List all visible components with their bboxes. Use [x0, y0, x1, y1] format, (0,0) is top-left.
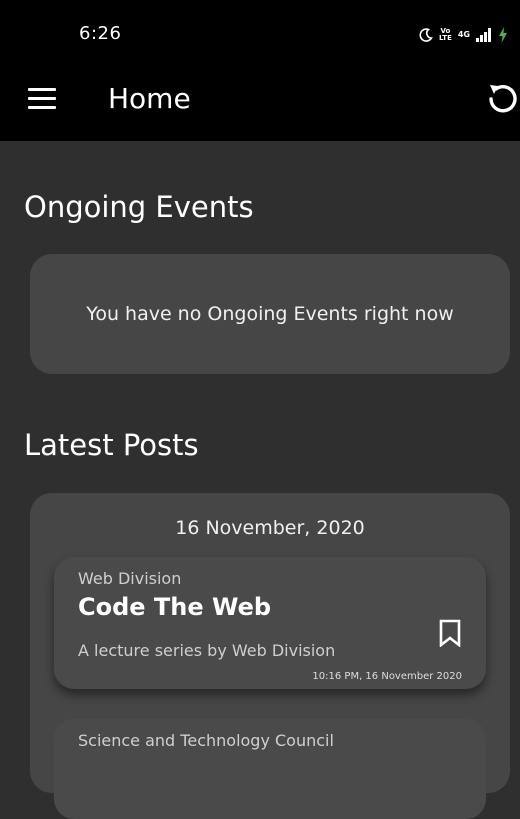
- latest-posts-card: 16 November, 2020 Web Division Code The …: [30, 493, 510, 819]
- bookmark-icon: [439, 619, 461, 648]
- post-card[interactable]: Web Division Code The Web A lecture seri…: [54, 557, 486, 689]
- signal-icon: [476, 28, 492, 42]
- menu-line: [28, 106, 56, 109]
- moon-icon: [419, 28, 433, 42]
- post-title: Code The Web: [78, 593, 272, 621]
- page-title: Home: [108, 82, 191, 115]
- post-card[interactable]: Science and Technology Council: [54, 719, 486, 819]
- post-timestamp: 10:16 PM, 16 November 2020: [312, 671, 462, 682]
- status-icons: Vo LTE 4G: [419, 24, 508, 46]
- ongoing-events-card: You have no Ongoing Events right now: [30, 254, 510, 374]
- menu-button[interactable]: [28, 88, 56, 110]
- post-division: Web Division: [78, 569, 182, 588]
- network-label: 4G: [457, 30, 470, 39]
- status-bar: 6:26 Vo LTE 4G: [0, 0, 520, 68]
- post-date-header: 16 November, 2020: [175, 517, 365, 539]
- refresh-button[interactable]: [486, 82, 520, 116]
- ongoing-empty-message: You have no Ongoing Events right now: [86, 303, 454, 325]
- volte-line2: LTE: [439, 34, 452, 42]
- refresh-icon: [489, 85, 517, 113]
- menu-line: [28, 97, 56, 100]
- menu-line: [28, 88, 56, 91]
- ongoing-events-title: Ongoing Events: [24, 190, 254, 224]
- volte-icon: Vo LTE: [439, 28, 452, 42]
- app-bar: Home: [0, 68, 520, 141]
- latest-posts-title: Latest Posts: [24, 428, 199, 462]
- post-description: A lecture series by Web Division: [78, 641, 336, 660]
- charging-icon: [498, 27, 508, 43]
- network-4g-icon: 4G: [458, 31, 470, 39]
- bookmark-button[interactable]: [438, 619, 462, 648]
- status-time: 6:26: [79, 23, 122, 44]
- post-division: Science and Technology Council: [78, 731, 334, 750]
